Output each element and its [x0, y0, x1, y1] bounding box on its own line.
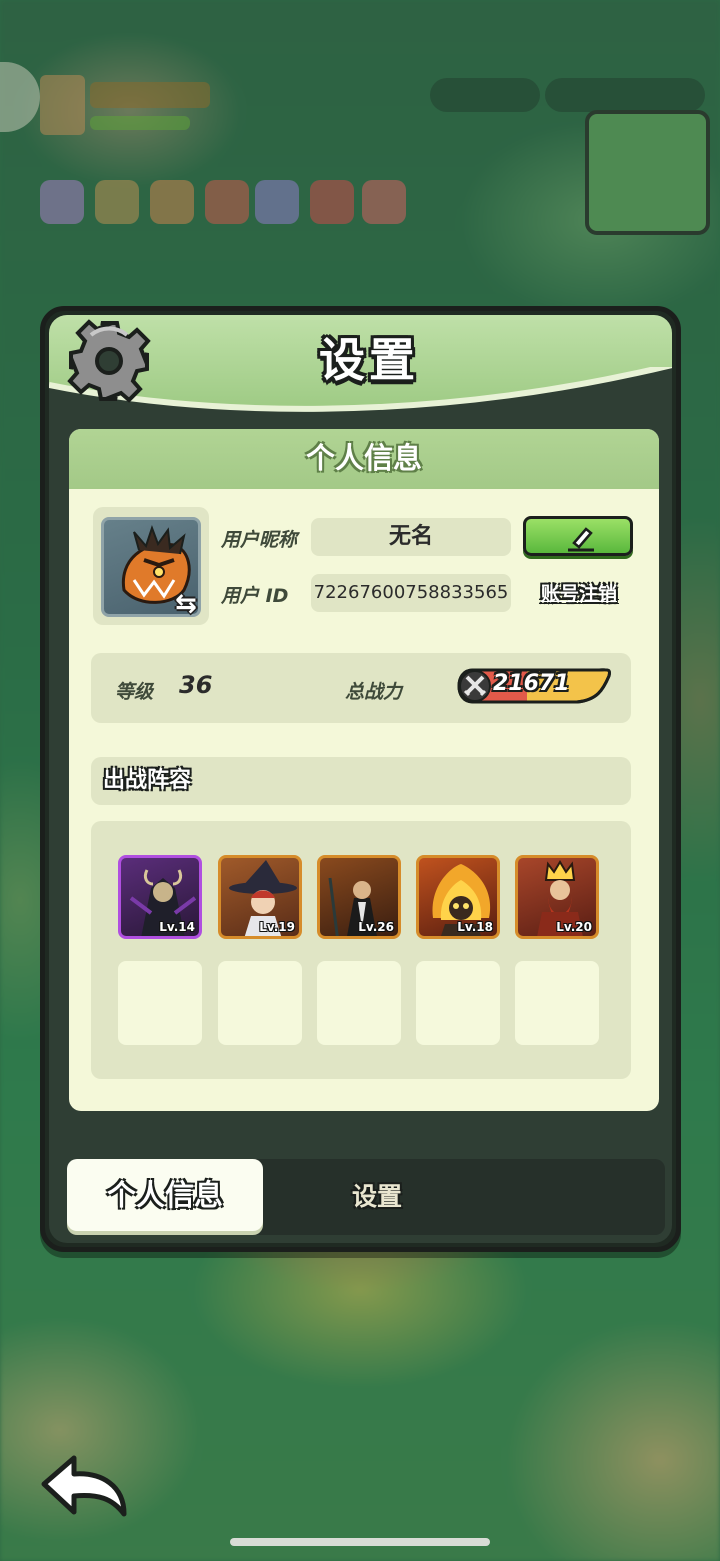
swords-icon	[463, 675, 487, 697]
level-label: 等级	[115, 681, 154, 703]
profile-panel: 个人信息 ⇆ 用户昵称 无名 用户 ID 72267600758833565 账…	[69, 429, 659, 1111]
hero-level: Lv.26	[358, 920, 394, 934]
empty-slot[interactable]	[118, 961, 202, 1045]
power-label: 总战力	[345, 681, 403, 703]
nickname-field: 无名	[311, 518, 511, 556]
minimap	[585, 110, 710, 235]
level-value: 36	[179, 671, 213, 699]
account-deletion-link[interactable]: 账号注销	[529, 579, 629, 609]
power-value: 21671	[493, 671, 570, 696]
hud-icon	[40, 180, 84, 224]
nickname-label: 用户昵称	[221, 529, 298, 551]
edit-nickname-button[interactable]	[523, 516, 633, 556]
hero-card[interactable]: Lv.20	[515, 855, 599, 939]
hud-gem-resource	[430, 78, 540, 112]
hero-level: Lv.19	[259, 920, 295, 934]
hud-icon	[95, 180, 139, 224]
lineup-title: 出战阵容	[91, 757, 631, 805]
settings-dialog: 设置 个人信息 ⇆ 用户昵称 无名 用户 ID 7226760075883356…	[40, 306, 681, 1252]
back-arrow-icon[interactable]	[38, 1450, 130, 1520]
tab-settings[interactable]: 设置	[307, 1159, 447, 1235]
hud-avatar	[40, 75, 85, 135]
swap-icon: ⇆	[175, 589, 197, 619]
hud-icon	[205, 180, 249, 224]
empty-slot[interactable]	[317, 961, 401, 1045]
hud-exp-bar	[90, 116, 190, 130]
lineup-grid: Lv.14 Lv.19 Lv.26 Lv.18 Lv.20	[91, 821, 631, 1079]
hero-card[interactable]: Lv.18	[416, 855, 500, 939]
tab-profile[interactable]: 个人信息	[67, 1159, 263, 1231]
dialog-body: 设置 个人信息 ⇆ 用户昵称 无名 用户 ID 7226760075883356…	[49, 315, 672, 1243]
power-badge: 21671	[457, 666, 613, 706]
hero-card[interactable]: Lv.14	[118, 855, 202, 939]
empty-slot[interactable]	[515, 961, 599, 1045]
hud-icon	[362, 180, 406, 224]
dialog-title: 设置	[319, 333, 419, 387]
hero-card[interactable]: Lv.19	[218, 855, 302, 939]
pencil-icon	[568, 527, 594, 552]
hud-icon	[310, 180, 354, 224]
hero-level: Lv.14	[159, 920, 195, 934]
empty-slot[interactable]	[416, 961, 500, 1045]
home-indicator	[230, 1538, 490, 1546]
hero-level: Lv.20	[556, 920, 592, 934]
hero-level: Lv.18	[457, 920, 493, 934]
hero-card[interactable]: Lv.26	[317, 855, 401, 939]
hud-icon	[150, 180, 194, 224]
dialog-header: 设置	[49, 315, 672, 427]
avatar-button[interactable]: ⇆	[93, 507, 209, 625]
user-id-label: 用户 ID	[221, 585, 289, 607]
hud-icon	[255, 180, 299, 224]
hud-name-bar	[90, 82, 210, 108]
tab-bar: 个人信息 设置	[67, 1159, 665, 1235]
user-id-field: 72267600758833565	[311, 574, 511, 612]
empty-slot[interactable]	[218, 961, 302, 1045]
hud-gold-resource	[545, 78, 705, 112]
profile-panel-title: 个人信息	[69, 429, 659, 489]
gear-icon	[67, 319, 151, 403]
stats-row: 等级 36 总战力 21671	[91, 653, 631, 723]
